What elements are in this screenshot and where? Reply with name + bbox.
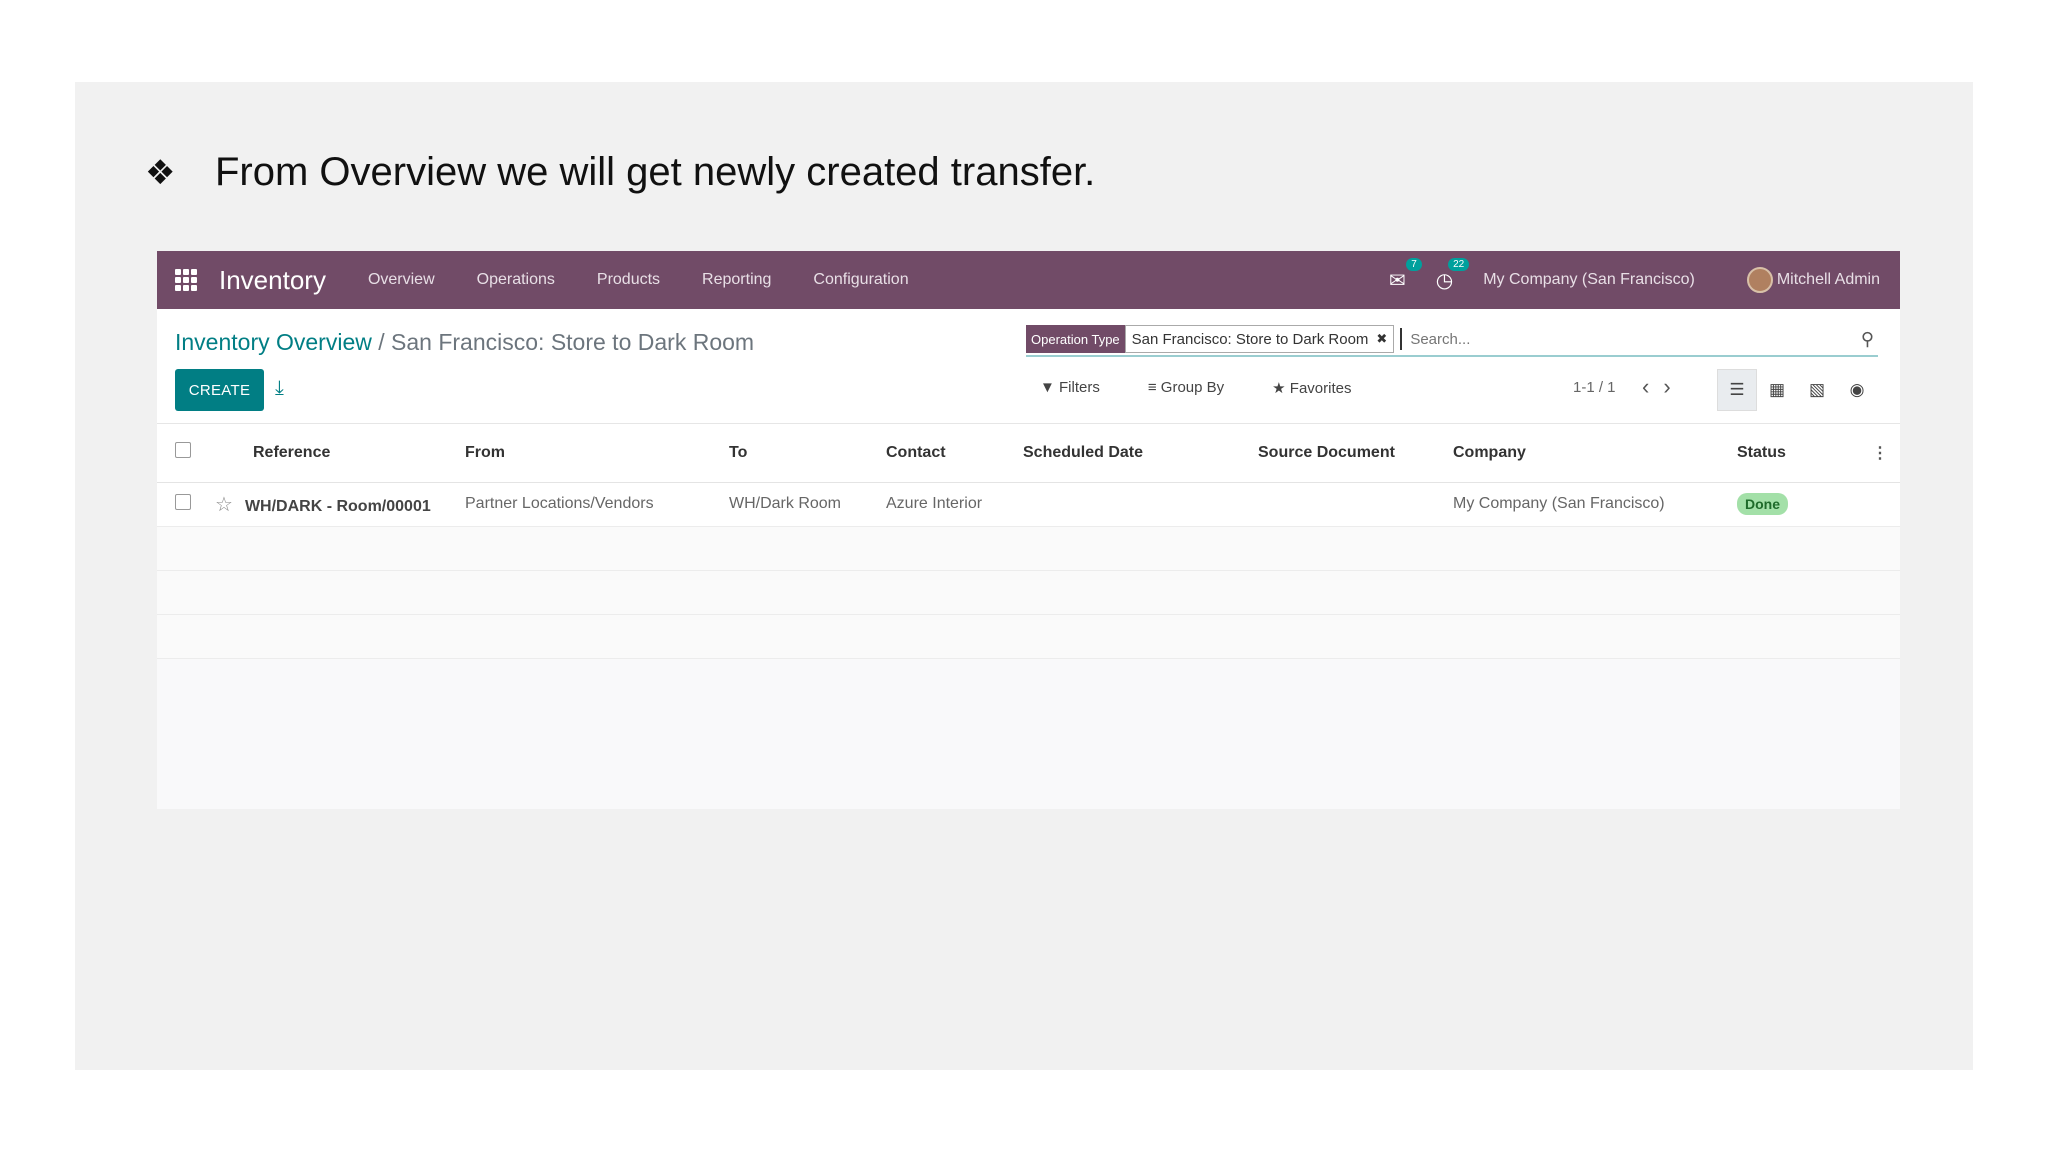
select-all-checkbox[interactable] xyxy=(175,442,191,459)
column-reference[interactable]: Reference xyxy=(215,424,465,483)
pager-value[interactable]: 1-1 / 1 xyxy=(1573,379,1616,396)
menu-operations[interactable]: Operations xyxy=(477,271,555,289)
list-view-icon[interactable]: ☰ xyxy=(1717,369,1757,411)
cell-company: My Company (San Francisco) xyxy=(1453,482,1737,527)
optional-columns-icon[interactable]: ⋮ xyxy=(1872,445,1888,462)
favorite-star-icon[interactable]: ☆ xyxy=(215,494,233,516)
search-input[interactable] xyxy=(1400,328,1861,350)
odoo-app-window: Inventory Overview Operations Products R… xyxy=(157,251,1900,809)
bullet-icon: ❖ xyxy=(145,152,176,193)
pager-arrows: ‹› xyxy=(1642,374,1685,400)
cell-to: WH/Dark Room xyxy=(729,482,886,527)
search-facet-label: Operation Type xyxy=(1026,325,1125,353)
search-bar: Operation Type San Francisco: Store to D… xyxy=(1026,323,1878,357)
column-scheduled-date[interactable]: Scheduled Date xyxy=(1023,424,1258,483)
search-options: ▼ Filters ≡ Group By ★ Favorites xyxy=(1040,379,1399,397)
column-source-document[interactable]: Source Document xyxy=(1258,424,1453,483)
group-by-button[interactable]: ≡ Group By xyxy=(1148,379,1248,397)
facet-close-icon[interactable]: ✖ xyxy=(1376,331,1387,347)
column-company[interactable]: Company xyxy=(1453,424,1737,483)
cell-source-document xyxy=(1258,482,1453,527)
cell-reference: WH/DARK - Room/00001 xyxy=(244,497,431,515)
menu-overview[interactable]: Overview xyxy=(368,271,435,289)
column-status[interactable]: Status xyxy=(1737,424,1872,483)
menu-configuration[interactable]: Configuration xyxy=(813,271,908,289)
cell-from: Partner Locations/Vendors xyxy=(465,482,729,527)
empty-row xyxy=(157,570,1900,615)
calendar-view-icon[interactable]: ▧ xyxy=(1797,369,1837,411)
download-icon[interactable]: ⤓ xyxy=(275,377,284,400)
column-contact[interactable]: Contact xyxy=(886,424,1023,483)
messages-icon[interactable]: ✉ 7 xyxy=(1389,257,1422,293)
breadcrumb: Inventory Overview / San Francisco: Stor… xyxy=(175,329,754,356)
map-view-icon[interactable]: ◉ xyxy=(1837,369,1877,411)
menu-products[interactable]: Products xyxy=(597,271,660,289)
column-to[interactable]: To xyxy=(729,424,886,483)
navbar-right: ✉ 7 ◷ 22 My Company (San Francisco) Mitc… xyxy=(1389,257,1900,293)
company-switcher[interactable]: My Company (San Francisco) xyxy=(1483,271,1695,289)
table-row[interactable]: ☆ WH/DARK - Room/00001 Partner Locations/… xyxy=(157,482,1900,527)
user-avatar[interactable] xyxy=(1746,267,1773,293)
filters-button[interactable]: ▼ Filters xyxy=(1040,379,1124,397)
search-icon[interactable]: ⚲ xyxy=(1861,329,1874,350)
empty-row xyxy=(157,614,1900,659)
column-from[interactable]: From xyxy=(465,424,729,483)
menu-reporting[interactable]: Reporting xyxy=(702,271,771,289)
activities-badge: 22 xyxy=(1448,257,1470,271)
activities-clock-icon[interactable]: ◷ 22 xyxy=(1436,257,1470,293)
app-name[interactable]: Inventory xyxy=(219,265,326,296)
search-facet: San Francisco: Store to Dark Room ✖ xyxy=(1124,325,1395,353)
empty-row xyxy=(157,526,1900,571)
search-facet-value: San Francisco: Store to Dark Room xyxy=(1131,330,1369,348)
pager-previous-icon[interactable]: ‹ xyxy=(1642,374,1663,399)
pager-next-icon[interactable]: › xyxy=(1663,374,1684,399)
status-badge: Done xyxy=(1737,493,1788,515)
favorites-button[interactable]: ★ Favorites xyxy=(1272,379,1375,397)
table-header-row: Reference From To Contact Scheduled Date… xyxy=(157,424,1900,483)
kanban-view-icon[interactable]: ▦ xyxy=(1757,369,1797,411)
cell-contact: Azure Interior xyxy=(886,482,1023,527)
breadcrumb-inventory-overview[interactable]: Inventory Overview xyxy=(175,329,372,355)
messages-badge: 7 xyxy=(1406,257,1422,271)
slide-caption: From Overview we will get newly created … xyxy=(215,150,1096,194)
transfers-table: Reference From To Contact Scheduled Date… xyxy=(157,424,1900,659)
apps-grid-icon[interactable] xyxy=(175,269,197,291)
slide-bullet: ❖ From Overview we will get newly create… xyxy=(145,150,1095,195)
top-navbar: Inventory Overview Operations Products R… xyxy=(157,251,1900,309)
row-checkbox[interactable] xyxy=(175,493,191,510)
create-button[interactable]: CREATE xyxy=(175,369,264,411)
cell-scheduled-date xyxy=(1023,482,1258,527)
control-panel: Inventory Overview / San Francisco: Stor… xyxy=(157,309,1900,424)
breadcrumb-separator: / xyxy=(371,329,392,355)
view-switcher: ☰ ▦ ▧ ◉ xyxy=(1717,369,1877,411)
breadcrumb-current: San Francisco: Store to Dark Room xyxy=(391,329,755,355)
user-menu[interactable]: Mitchell Admin xyxy=(1777,271,1880,289)
